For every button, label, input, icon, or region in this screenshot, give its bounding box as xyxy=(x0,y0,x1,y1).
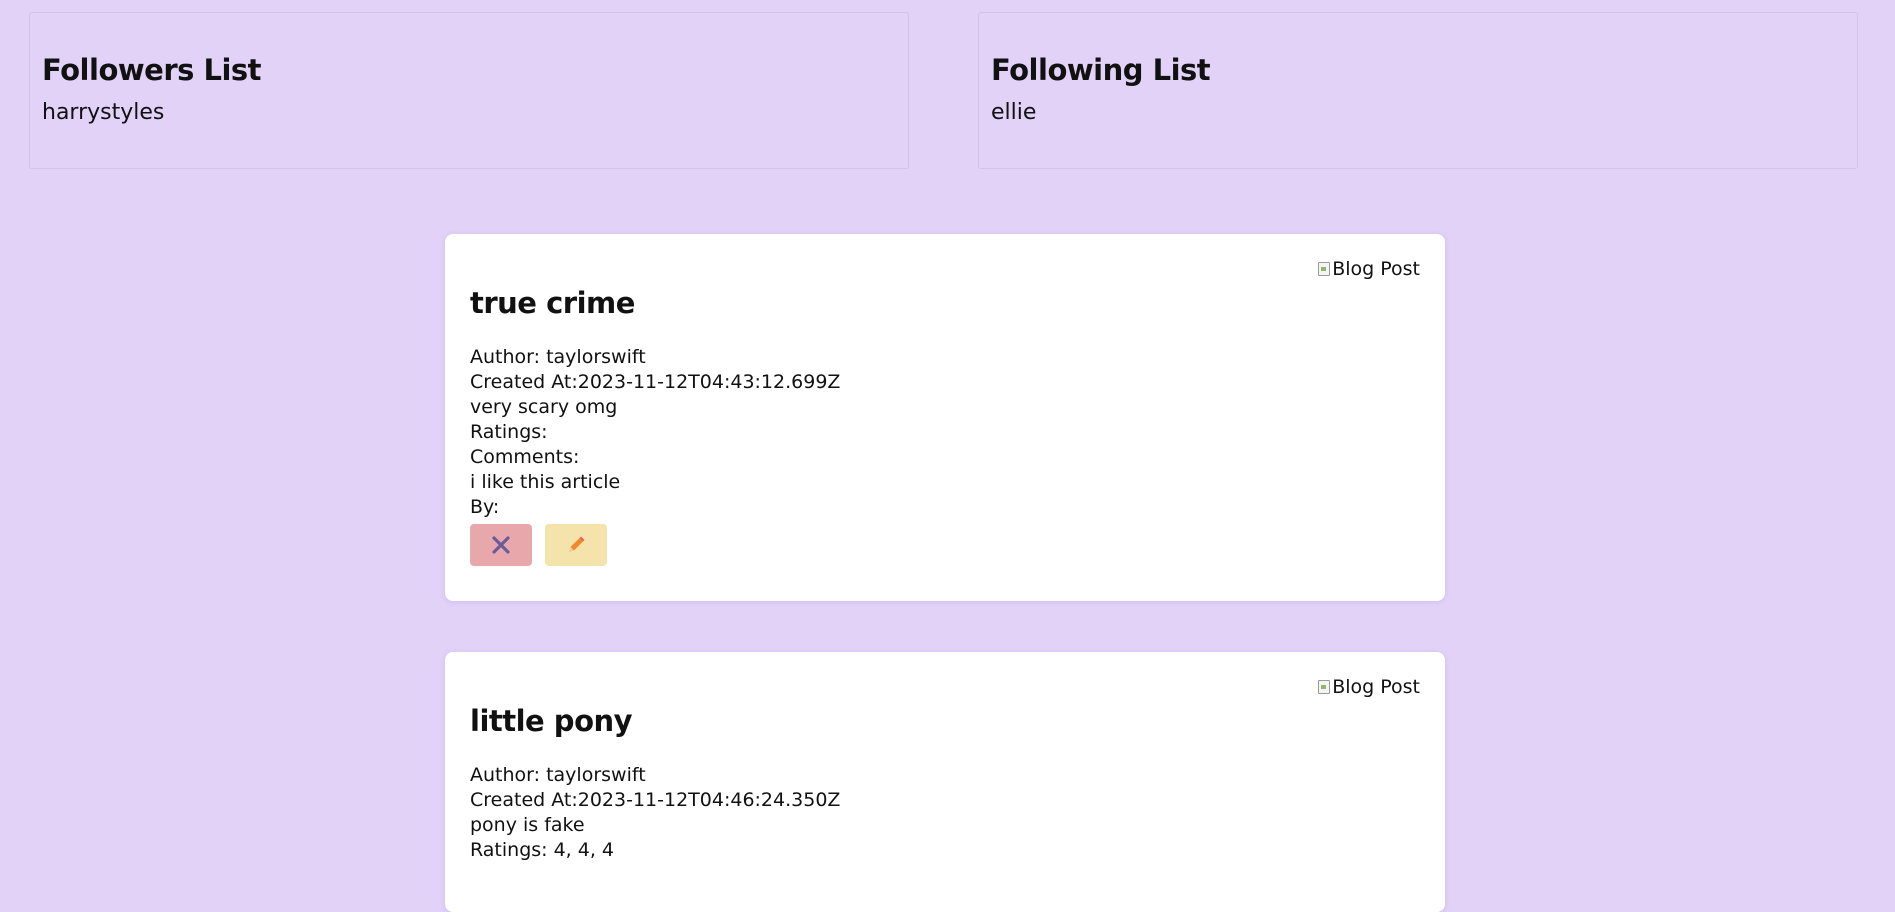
blog-post-image-alt: Blog Post xyxy=(1332,676,1420,698)
post-meta: Author: taylorswift Created At:2023-11-1… xyxy=(470,763,1420,863)
post-title: true crime xyxy=(470,286,635,320)
following-item[interactable]: ellie xyxy=(991,100,1845,126)
follower-item[interactable]: harrystyles xyxy=(42,100,896,126)
post-actions xyxy=(470,523,1420,566)
post-ratings: Ratings: xyxy=(470,420,548,443)
following-panel: Following List ellie xyxy=(978,12,1858,169)
delete-post-button[interactable] xyxy=(470,523,532,566)
blog-post-image: Blog Post xyxy=(1317,676,1420,698)
broken-image-icon xyxy=(1317,261,1331,277)
pencil-icon xyxy=(569,536,585,552)
edit-post-button[interactable] xyxy=(545,523,607,566)
post-comment: i like this article xyxy=(470,470,621,493)
blog-post-card: Blog Post true crime Author: taylorswift… xyxy=(445,234,1445,601)
followers-panel: Followers List harrystyles xyxy=(29,12,909,169)
post-ratings: Ratings: 4, 4, 4 xyxy=(470,838,615,861)
post-body: very scary omg xyxy=(470,395,618,418)
post-comments-label: Comments: xyxy=(470,445,580,468)
broken-image-icon xyxy=(1317,679,1331,695)
blog-post-image: Blog Post xyxy=(1317,258,1420,280)
following-title: Following List xyxy=(991,53,1211,87)
blog-post-card: Blog Post little pony Author: taylorswif… xyxy=(445,652,1445,912)
post-author: Author: taylorswift xyxy=(470,345,646,368)
post-author: Author: taylorswift xyxy=(470,763,646,786)
blog-post-image-alt: Blog Post xyxy=(1332,258,1420,280)
post-comment-by: By: xyxy=(470,495,500,518)
followers-title: Followers List xyxy=(42,53,262,87)
post-created-at: Created At:2023-11-12T04:46:24.350Z xyxy=(470,788,841,811)
post-body: pony is fake xyxy=(470,813,585,836)
close-icon xyxy=(492,536,510,554)
post-created-at: Created At:2023-11-12T04:43:12.699Z xyxy=(470,370,841,393)
post-meta: Author: taylorswift Created At:2023-11-1… xyxy=(470,345,1420,520)
post-title: little pony xyxy=(470,704,633,738)
